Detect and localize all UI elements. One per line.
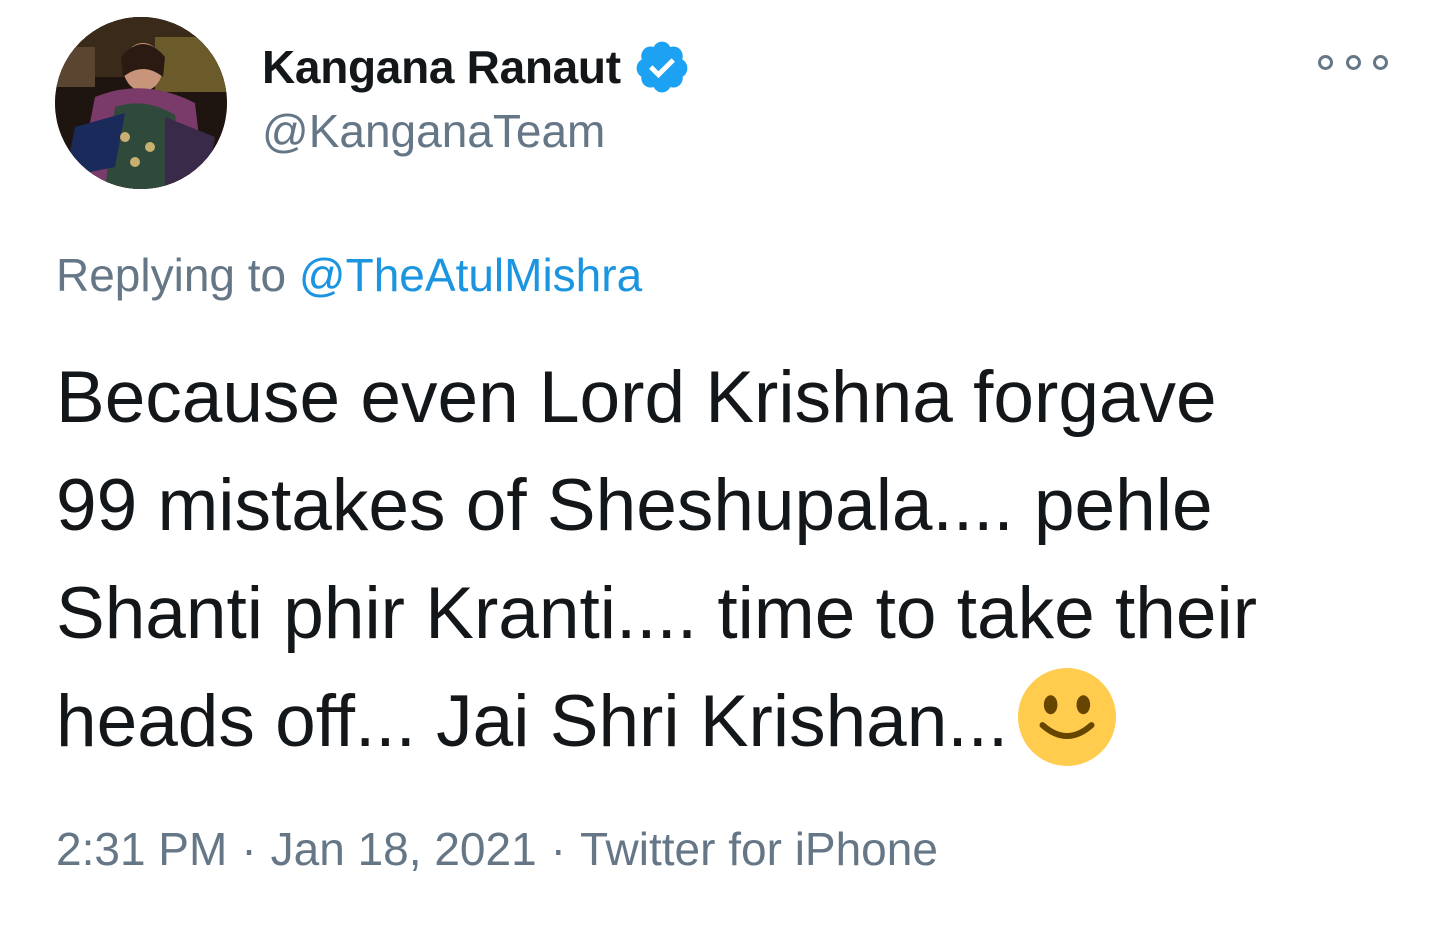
more-dot bbox=[1318, 54, 1333, 70]
more-options-icon[interactable] bbox=[1318, 44, 1388, 80]
tweet-text: Because even Lord Krishna forgave 99 mis… bbox=[56, 344, 1416, 776]
reply-prefix: Replying to bbox=[56, 249, 287, 301]
tweet-text-line: 99 mistakes of Sheshupala.... pehle bbox=[56, 465, 1213, 546]
tweet-text-line: Because even Lord Krishna forgave bbox=[56, 357, 1217, 438]
tweet-date[interactable]: Jan 18, 2021 bbox=[271, 823, 537, 875]
verified-badge-icon bbox=[636, 41, 688, 93]
tweet-time[interactable]: 2:31 PM bbox=[56, 823, 227, 875]
meta-separator: · bbox=[550, 823, 566, 875]
tweet-text-line: heads off... Jai Shri Krishan... bbox=[56, 681, 1009, 762]
author-name-row[interactable]: Kangana Ranaut bbox=[262, 36, 691, 98]
meta-separator: · bbox=[241, 823, 257, 875]
author-handle[interactable]: @KanganaTeam bbox=[262, 104, 605, 158]
tweet-text-line-last: heads off... Jai Shri Krishan... bbox=[56, 667, 1416, 776]
more-dot bbox=[1373, 54, 1388, 70]
author-display-name[interactable]: Kangana Ranaut bbox=[262, 40, 621, 94]
author-avatar[interactable] bbox=[55, 17, 227, 189]
reply-mention-link[interactable]: @TheAtulMishra bbox=[299, 249, 642, 301]
more-dot bbox=[1345, 54, 1361, 70]
replying-to-line: Replying to @TheAtulMishra bbox=[56, 248, 642, 302]
avatar-photo bbox=[55, 17, 227, 189]
tweet-source[interactable]: Twitter for iPhone bbox=[580, 823, 938, 875]
tweet-text-line: Shanti phir Kranti.... time to take thei… bbox=[56, 573, 1258, 654]
slightly-smiling-face-icon bbox=[1018, 667, 1117, 766]
tweet-meta: 2:31 PM · Jan 18, 2021 · Twitter for iPhone bbox=[56, 822, 938, 876]
